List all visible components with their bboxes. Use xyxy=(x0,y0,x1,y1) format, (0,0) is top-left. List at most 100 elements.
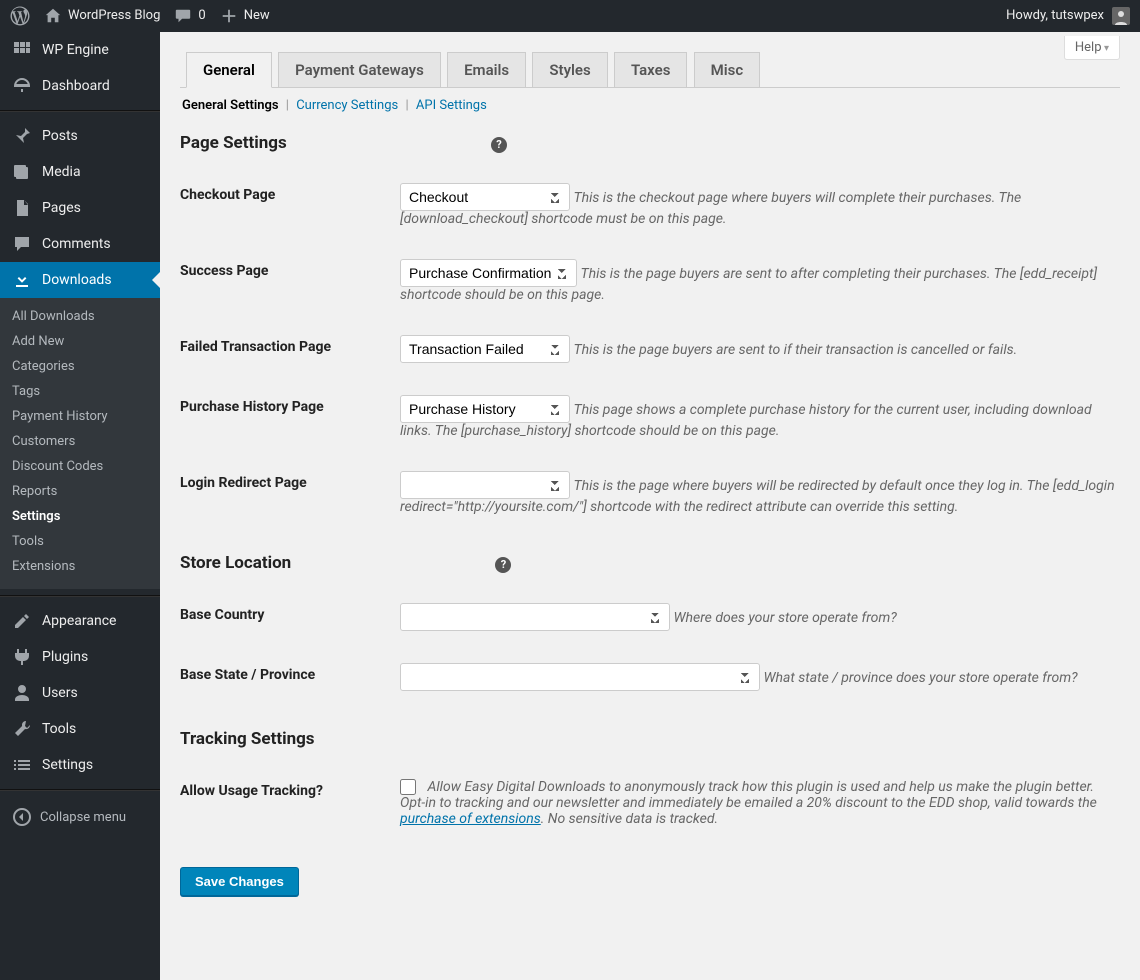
section-title: Tracking Settings xyxy=(180,729,315,749)
section-tracking-settings: Tracking Settings xyxy=(180,729,1120,749)
submenu-customers[interactable]: Customers xyxy=(0,429,160,454)
menu-dashboard[interactable]: Dashboard xyxy=(0,68,160,104)
tab-styles[interactable]: Styles xyxy=(532,52,607,87)
submenu-categories[interactable]: Categories xyxy=(0,354,160,379)
collapse-icon xyxy=(12,807,32,827)
menu-label: Downloads xyxy=(42,272,112,288)
menu-comments[interactable]: Comments xyxy=(0,226,160,262)
home-icon xyxy=(44,7,62,25)
allow-tracking-checkbox[interactable] xyxy=(400,779,416,795)
history-page-select[interactable]: Purchase History xyxy=(400,395,570,423)
checkout-page-label: Checkout Page xyxy=(180,171,400,247)
menu-tools[interactable]: Tools xyxy=(0,711,160,747)
subnav-general: General Settings xyxy=(182,98,279,113)
base-country-label: Base Country xyxy=(180,591,400,651)
tab-payment-gateways[interactable]: Payment Gateways xyxy=(278,52,441,87)
checkout-page-select[interactable]: Checkout xyxy=(400,183,570,211)
site-name: WordPress Blog xyxy=(68,0,160,32)
success-page-select[interactable]: Purchase Confirmation xyxy=(400,259,577,287)
admin-side-menu: WP Engine Dashboard Posts Media Pages Co… xyxy=(0,32,160,980)
site-link[interactable]: WordPress Blog xyxy=(44,0,160,32)
menu-label: Media xyxy=(42,164,81,180)
plugin-icon xyxy=(12,647,32,667)
menu-label: Plugins xyxy=(42,649,88,665)
menu-pages[interactable]: Pages xyxy=(0,190,160,226)
plus-icon xyxy=(220,7,238,25)
wordpress-icon xyxy=(10,6,30,26)
menu-settings[interactable]: Settings xyxy=(0,747,160,783)
pin-icon xyxy=(12,126,32,146)
menu-posts[interactable]: Posts xyxy=(0,118,160,154)
dashboard-icon xyxy=(12,76,32,96)
subnav-api[interactable]: API Settings xyxy=(416,98,487,113)
wordpress-logo-link[interactable] xyxy=(10,6,30,26)
submenu-tools[interactable]: Tools xyxy=(0,529,160,554)
user-icon xyxy=(12,683,32,703)
purchase-extensions-link[interactable]: purchase of extensions xyxy=(400,811,541,827)
menu-media[interactable]: Media xyxy=(0,154,160,190)
help-icon[interactable]: ? xyxy=(491,137,507,153)
tab-taxes[interactable]: Taxes xyxy=(614,52,687,87)
collapse-menu[interactable]: Collapse menu xyxy=(0,797,160,837)
menu-users[interactable]: Users xyxy=(0,675,160,711)
menu-label: Settings xyxy=(42,757,93,773)
allow-tracking-label: Allow Usage Tracking? xyxy=(180,767,400,847)
menu-downloads[interactable]: Downloads xyxy=(0,262,160,298)
submenu-payment-history[interactable]: Payment History xyxy=(0,404,160,429)
menu-label: Users xyxy=(42,685,78,701)
howdy-text: Howdy, tutswpex xyxy=(1006,8,1104,23)
tools-icon xyxy=(12,719,32,739)
base-country-select[interactable] xyxy=(400,603,670,631)
collapse-label: Collapse menu xyxy=(40,810,126,825)
success-page-label: Success Page xyxy=(180,247,400,323)
tab-general[interactable]: General xyxy=(186,52,272,88)
downloads-submenu: All Downloads Add New Categories Tags Pa… xyxy=(0,298,160,589)
section-title: Store Location xyxy=(180,553,291,573)
submenu-reports[interactable]: Reports xyxy=(0,479,160,504)
new-content-link[interactable]: New xyxy=(220,0,270,32)
menu-appearance[interactable]: Appearance xyxy=(0,603,160,639)
submenu-add-new[interactable]: Add New xyxy=(0,329,160,354)
settings-icon xyxy=(12,755,32,775)
menu-label: Dashboard xyxy=(42,78,110,94)
save-changes-button[interactable]: Save Changes xyxy=(180,867,299,896)
tab-emails[interactable]: Emails xyxy=(447,52,526,87)
submenu-extensions[interactable]: Extensions xyxy=(0,554,160,579)
subnav-currency[interactable]: Currency Settings xyxy=(296,98,398,113)
base-state-desc: What state / province does your store op… xyxy=(763,670,1077,686)
content-area: Help General Payment Gateways Emails Sty… xyxy=(160,32,1140,980)
failed-page-select[interactable]: Transaction Failed xyxy=(400,335,570,363)
admin-bar: WordPress Blog 0 New Howdy, tutswpex xyxy=(0,0,1140,32)
help-icon[interactable]: ? xyxy=(495,557,511,573)
settings-subnav: General Settings | Currency Settings | A… xyxy=(182,98,1120,113)
section-title: Page Settings xyxy=(180,133,287,153)
comment-icon xyxy=(12,234,32,254)
submenu-tags[interactable]: Tags xyxy=(0,379,160,404)
media-icon xyxy=(12,162,32,182)
help-tab-wrap: Help xyxy=(1064,36,1120,60)
submenu-all-downloads[interactable]: All Downloads xyxy=(0,304,160,329)
submenu-discount-codes[interactable]: Discount Codes xyxy=(0,454,160,479)
submenu-settings[interactable]: Settings xyxy=(0,504,160,529)
base-state-select[interactable] xyxy=(400,663,760,691)
menu-plugins[interactable]: Plugins xyxy=(0,639,160,675)
tab-misc[interactable]: Misc xyxy=(694,52,761,87)
menu-wpengine[interactable]: WP Engine xyxy=(0,32,160,68)
menu-label: Comments xyxy=(42,236,111,252)
help-tab[interactable]: Help xyxy=(1064,36,1120,60)
base-country-desc: Where does your store operate from? xyxy=(673,610,896,626)
new-label: New xyxy=(244,0,270,32)
login-redirect-select[interactable] xyxy=(400,471,570,499)
base-state-label: Base State / Province xyxy=(180,651,400,711)
history-page-label: Purchase History Page xyxy=(180,383,400,459)
login-redirect-label: Login Redirect Page xyxy=(180,459,400,535)
comment-icon xyxy=(174,7,192,25)
howdy-link[interactable]: Howdy, tutswpex xyxy=(1006,0,1104,32)
appearance-icon xyxy=(12,611,32,631)
user-avatar[interactable] xyxy=(1112,7,1130,25)
download-icon xyxy=(12,270,32,290)
menu-label: WP Engine xyxy=(42,42,109,58)
comments-link[interactable]: 0 xyxy=(174,0,205,32)
menu-label: Tools xyxy=(42,721,76,737)
comments-count: 0 xyxy=(198,0,205,32)
